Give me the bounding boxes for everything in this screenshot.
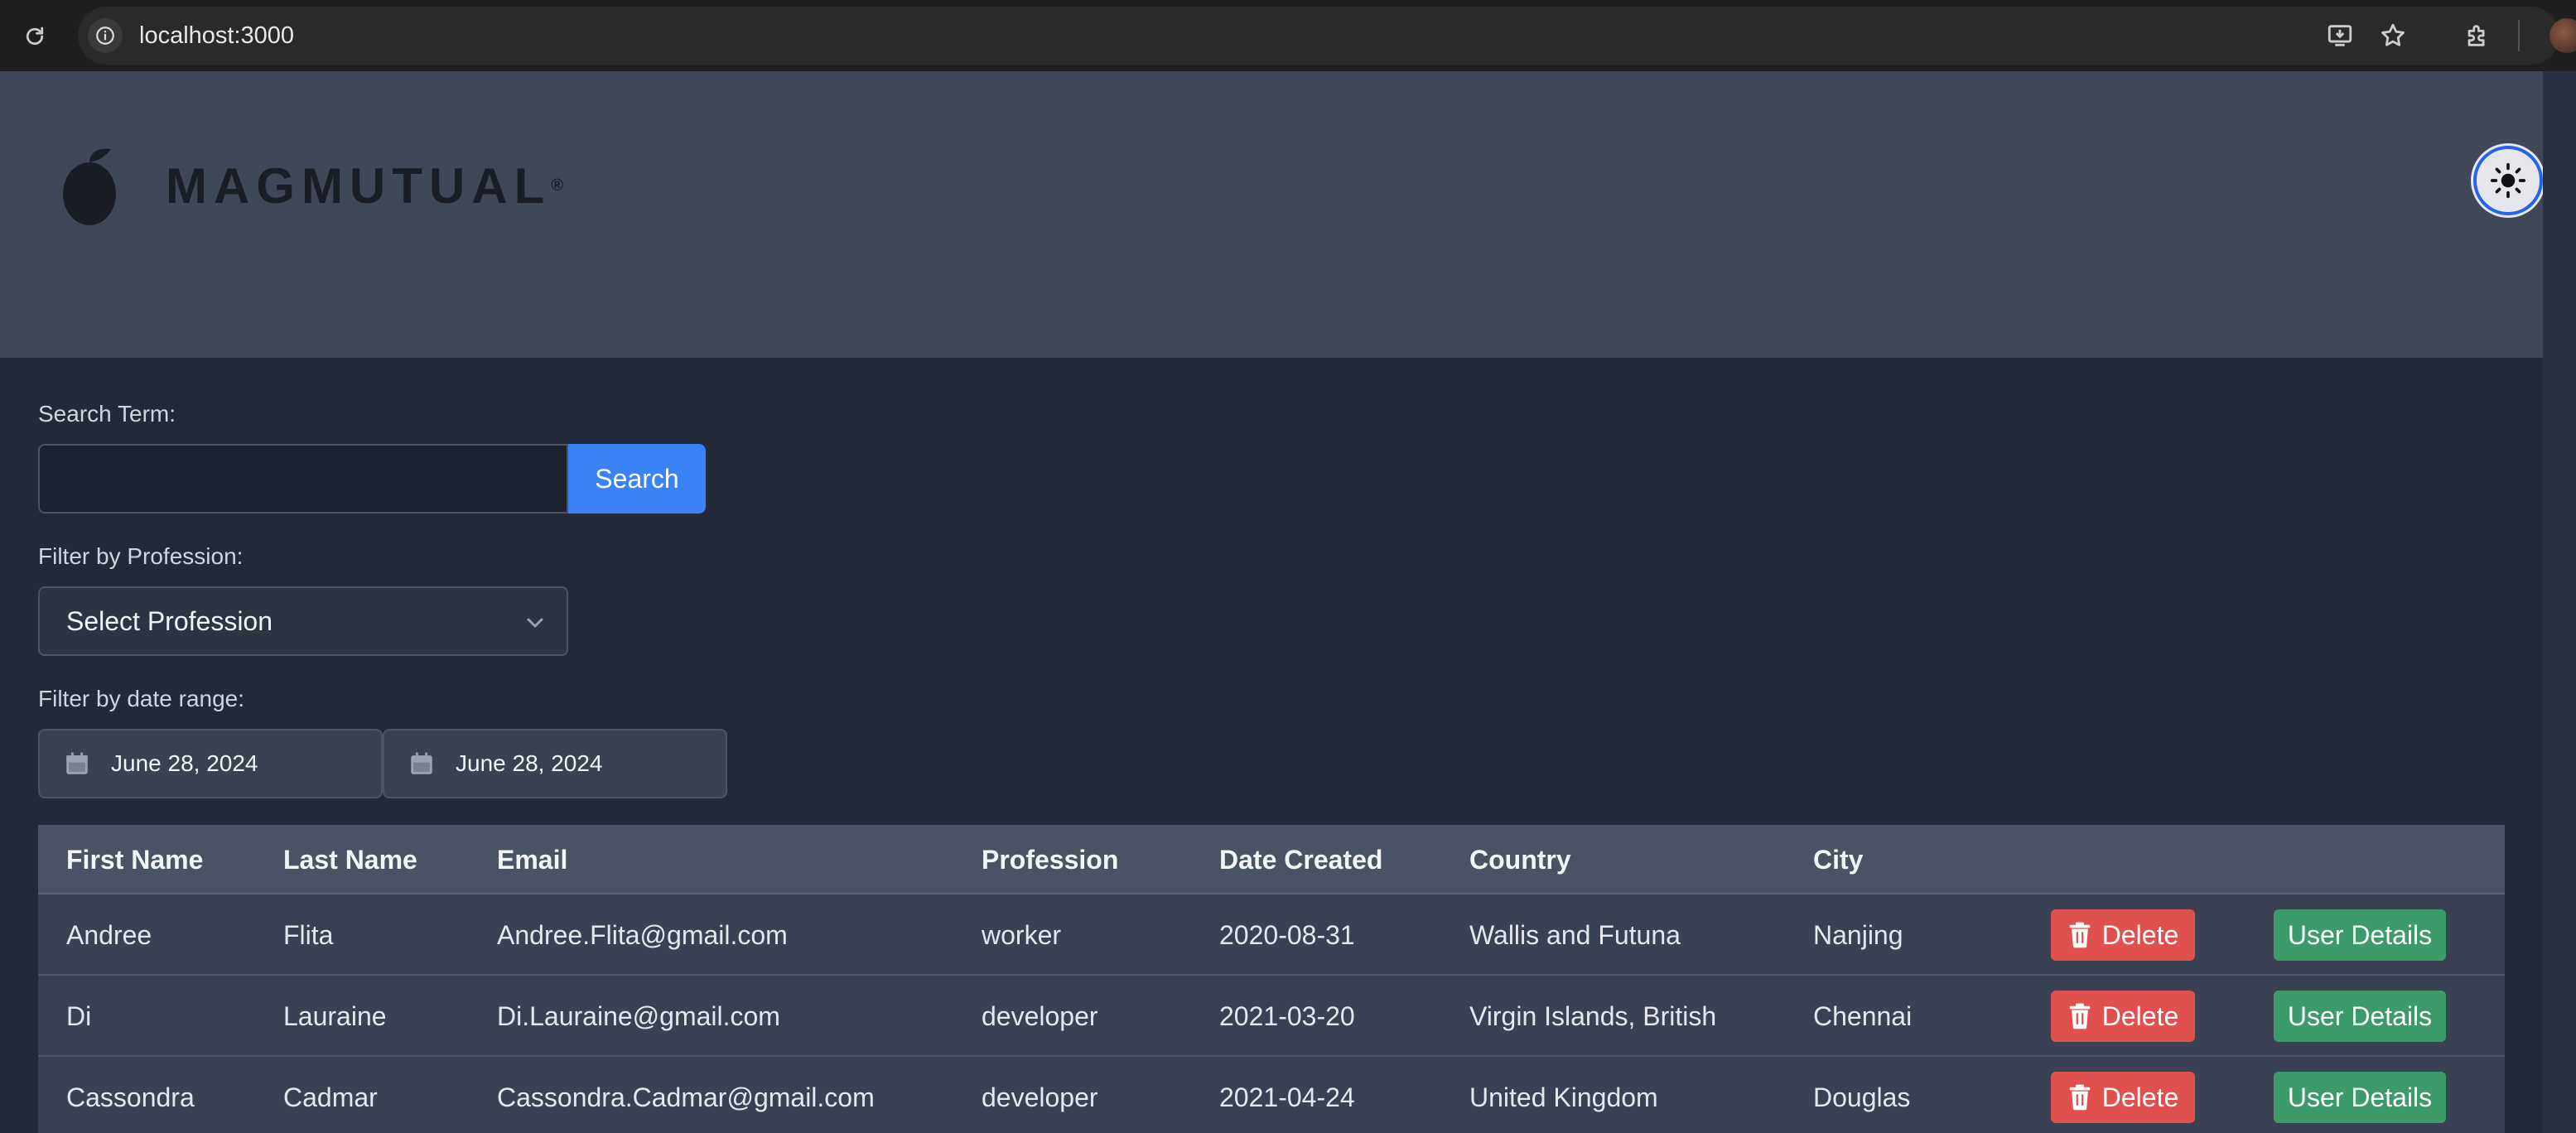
search-input[interactable]	[38, 444, 568, 513]
toolbar-divider	[2518, 20, 2520, 51]
logo: MAGMUTUAL ®	[60, 144, 563, 227]
trash-icon	[2069, 922, 2091, 948]
registered-mark: ®	[551, 176, 564, 195]
header-date-created[interactable]: Date Created	[1219, 825, 1382, 894]
delete-button[interactable]: Delete	[2051, 909, 2195, 961]
delete-button[interactable]: Delete	[2051, 1072, 2195, 1123]
cell-date-created: 2021-03-20	[1219, 1001, 1355, 1031]
cell-profession: developer	[982, 1001, 1098, 1031]
url-text[interactable]: localhost:3000	[139, 20, 294, 51]
cell-last-name: Cadmar	[283, 1082, 378, 1112]
star-icon[interactable]	[2376, 18, 2410, 53]
cell-country: Virgin Islands, British	[1469, 1001, 1717, 1031]
search-button[interactable]: Search	[568, 444, 706, 513]
install-icon[interactable]	[2323, 18, 2357, 53]
table-row: Di Lauraine Di.Lauraine@gmail.com develo…	[38, 976, 2505, 1057]
cell-profession: developer	[982, 1082, 1098, 1112]
profession-label: Filter by Profession:	[38, 543, 244, 569]
cell-city: Douglas	[1813, 1082, 1911, 1112]
cell-email: Cassondra.Cadmar@gmail.com	[497, 1082, 875, 1112]
cell-country: United Kingdom	[1469, 1082, 1658, 1112]
end-date-value: June 28, 2024	[456, 750, 603, 776]
reload-icon[interactable]	[18, 20, 51, 53]
calendar-icon	[411, 752, 432, 774]
start-date-input[interactable]: June 28, 2024	[38, 729, 383, 798]
extensions-icon[interactable]	[2460, 18, 2495, 53]
user-details-button[interactable]: User Details	[2274, 909, 2446, 961]
cell-date-created: 2020-08-31	[1219, 920, 1355, 950]
header-first-name[interactable]: First Name	[66, 825, 203, 894]
header-last-name[interactable]: Last Name	[283, 825, 417, 894]
trash-icon	[2069, 1084, 2091, 1111]
delete-button[interactable]: Delete	[2051, 991, 2195, 1042]
cell-first-name: Cassondra	[66, 1082, 195, 1112]
cell-city: Chennai	[1813, 1001, 1913, 1031]
table-row: Andree Flita Andree.Flita@gmail.com work…	[38, 894, 2505, 976]
delete-label: Delete	[2101, 1082, 2179, 1112]
header-city[interactable]: City	[1813, 825, 1863, 894]
delete-label: Delete	[2101, 1000, 2179, 1031]
cell-country: Wallis and Futuna	[1469, 920, 1681, 950]
browser-toolbar: localhost:3000	[0, 0, 2576, 71]
profession-select-value: Select Profession	[66, 605, 273, 636]
scrollbar-track[interactable]	[2543, 71, 2576, 1133]
chevron-down-icon	[527, 618, 543, 628]
theme-toggle-button[interactable]	[2473, 146, 2543, 215]
cell-profession: worker	[982, 920, 1062, 950]
search-label: Search Term:	[38, 401, 176, 427]
sun-icon	[2490, 162, 2526, 199]
logo-text: MAGMUTUAL	[166, 157, 552, 214]
cell-email: Di.Lauraine@gmail.com	[497, 1001, 780, 1031]
user-details-button[interactable]: User Details	[2274, 1072, 2446, 1123]
table-header: First Name Last Name Email Profession Da…	[38, 825, 2505, 894]
cell-date-created: 2021-04-24	[1219, 1082, 1355, 1112]
table-row: Cassondra Cadmar Cassondra.Cadmar@gmail.…	[38, 1057, 2505, 1133]
address-bar[interactable]	[78, 7, 2559, 65]
cell-last-name: Lauraine	[283, 1001, 387, 1031]
user-details-button[interactable]: User Details	[2274, 991, 2446, 1042]
calendar-icon	[66, 752, 88, 774]
delete-label: Delete	[2101, 919, 2179, 950]
app-header: MAGMUTUAL ®	[0, 71, 2543, 358]
end-date-input[interactable]: June 28, 2024	[383, 729, 727, 798]
trash-icon	[2069, 1003, 2091, 1029]
profession-select[interactable]: Select Profession	[38, 586, 568, 656]
cell-first-name: Di	[66, 1001, 92, 1031]
cell-last-name: Flita	[283, 920, 334, 950]
date-range-label: Filter by date range:	[38, 686, 245, 711]
header-country[interactable]: Country	[1469, 825, 1571, 894]
site-info-icon[interactable]	[88, 18, 123, 53]
header-profession[interactable]: Profession	[982, 825, 1118, 894]
cell-city: Nanjing	[1813, 920, 1903, 950]
cell-email: Andree.Flita@gmail.com	[497, 920, 788, 950]
users-table: First Name Last Name Email Profession Da…	[38, 825, 2505, 1133]
cell-first-name: Andree	[66, 920, 152, 950]
header-email[interactable]: Email	[497, 825, 567, 894]
logo-mark-icon	[63, 148, 116, 225]
start-date-value: June 28, 2024	[111, 750, 258, 776]
